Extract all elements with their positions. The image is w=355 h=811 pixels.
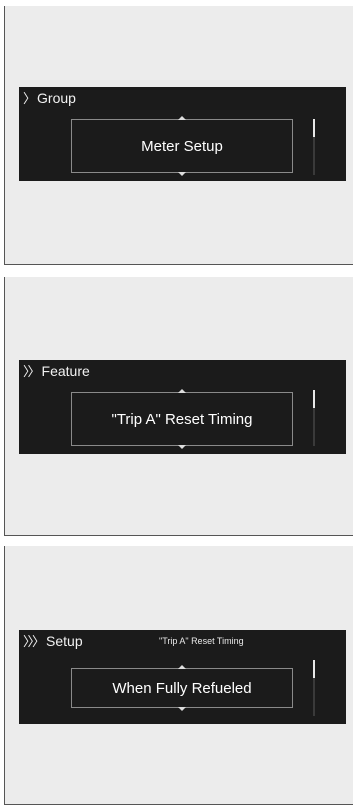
- screen-panel-group: 〉 Group Meter Setup: [4, 6, 353, 265]
- chevron-right-icon: 〉: [23, 92, 36, 107]
- breadcrumb: 〉〉 Feature: [23, 362, 90, 382]
- breadcrumb: 〉〉〉 Setup: [23, 632, 83, 652]
- screen-panel-feature: 〉〉 Feature "Trip A" Reset Timing: [4, 277, 353, 536]
- breadcrumb: 〉 Group: [23, 89, 76, 109]
- feature-subtitle: "Trip A" Reset Timing: [159, 636, 244, 646]
- selected-item-label: When Fully Refueled: [112, 679, 252, 697]
- scroll-up-arrow-icon[interactable]: [178, 665, 186, 669]
- scroll-up-arrow-icon[interactable]: [178, 389, 186, 393]
- menu-level-title: Setup: [46, 633, 83, 649]
- scroll-down-arrow-icon[interactable]: [178, 445, 186, 449]
- scrollbar-thumb[interactable]: [313, 660, 315, 678]
- scrollbar-thumb[interactable]: [313, 119, 315, 137]
- selected-item-label: Meter Setup: [141, 137, 223, 155]
- selection-box[interactable]: "Trip A" Reset Timing: [71, 389, 293, 449]
- screen-panel-setup: 〉〉〉 Setup "Trip A" Reset Timing When Full…: [4, 546, 353, 805]
- display-screen: 〉 Group Meter Setup: [19, 87, 346, 181]
- selected-item-label: "Trip A" Reset Timing: [111, 410, 253, 428]
- scroll-down-arrow-icon[interactable]: [178, 172, 186, 176]
- scrollbar-thumb[interactable]: [313, 390, 315, 408]
- display-screen: 〉〉〉 Setup "Trip A" Reset Timing When Full…: [19, 630, 346, 724]
- menu-level-title: Feature: [41, 363, 90, 379]
- display-screen: 〉〉 Feature "Trip A" Reset Timing: [19, 360, 346, 454]
- scrollbar[interactable]: [313, 390, 315, 446]
- scrollbar[interactable]: [313, 119, 315, 175]
- scroll-down-arrow-icon[interactable]: [178, 707, 186, 711]
- selection-box[interactable]: Meter Setup: [71, 116, 293, 176]
- scroll-up-arrow-icon[interactable]: [178, 116, 186, 120]
- double-chevron-right-icon: 〉〉: [23, 365, 40, 380]
- menu-level-title: Group: [37, 90, 76, 106]
- selection-box[interactable]: When Fully Refueled: [71, 665, 293, 711]
- triple-chevron-right-icon: 〉〉〉: [23, 635, 45, 650]
- scrollbar[interactable]: [313, 660, 315, 716]
